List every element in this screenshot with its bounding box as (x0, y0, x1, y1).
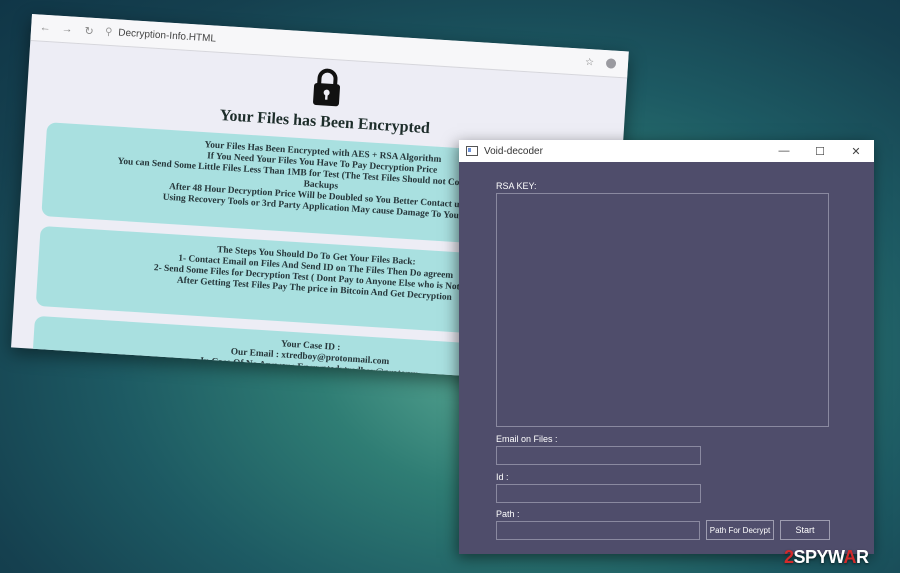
url-text: Decryption-Info.HTML (117, 26, 217, 45)
minimize-button[interactable]: — (766, 145, 802, 157)
forward-icon[interactable]: → (61, 23, 74, 36)
close-button[interactable]: ✕ (838, 145, 874, 158)
email-field[interactable] (496, 446, 701, 465)
email-label: Email on Files : (496, 434, 558, 444)
decoder-titlebar[interactable]: Void-decoder — ☐ ✕ (459, 140, 874, 162)
search-icon: ⚲ (104, 26, 113, 38)
app-icon (466, 146, 478, 156)
id-field[interactable] (496, 484, 701, 503)
path-field[interactable] (496, 521, 700, 540)
lock-icon (313, 68, 340, 107)
decoder-window: Void-decoder — ☐ ✕ RSA KEY: Email on Fil… (459, 140, 874, 554)
rsa-key-label: RSA KEY: (496, 181, 537, 191)
avatar[interactable] (605, 57, 617, 69)
rsa-key-input[interactable] (496, 193, 829, 427)
path-label: Path : (496, 509, 520, 519)
watermark-logo: 2SPYWAR (784, 547, 869, 567)
path-for-decrypt-button[interactable]: Path For Decrypt (706, 520, 774, 540)
id-label: Id : (496, 472, 509, 482)
start-button[interactable]: Start (780, 520, 830, 540)
star-icon[interactable]: ☆ (585, 56, 595, 68)
reload-icon[interactable]: ↻ (83, 24, 96, 38)
maximize-button[interactable]: ☐ (802, 145, 838, 158)
window-title: Void-decoder (484, 145, 543, 157)
back-icon[interactable]: ← (39, 21, 52, 35)
